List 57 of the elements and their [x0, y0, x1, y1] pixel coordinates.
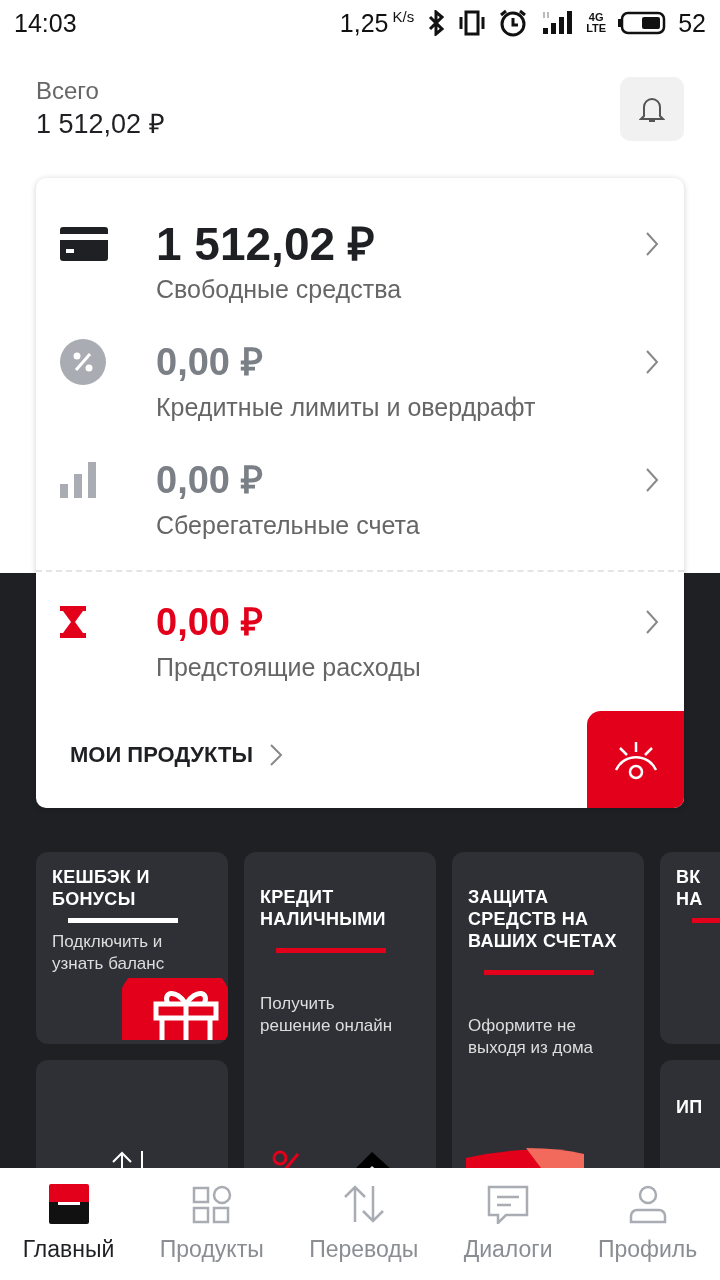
balance-row[interactable]: 0,00 ₽ Сберегательные счета	[36, 452, 684, 570]
bar-chart-icon	[60, 462, 98, 498]
tile-title: КЕШБЭК И БОНУСЫ	[52, 866, 151, 910]
bell-icon	[639, 95, 665, 123]
total-amount: 1 512,02 ₽	[36, 108, 165, 141]
card-icon	[60, 227, 108, 261]
tile-subtitle: Подключить и узнать баланс	[52, 931, 166, 975]
chevron-right-icon	[644, 467, 660, 493]
grid-icon	[191, 1184, 232, 1224]
chat-icon	[486, 1184, 531, 1224]
promo-tile[interactable]: КРЕДИТ НАЛИЧНЫМИ Получить решение онлайн	[244, 852, 436, 1168]
percent-icon	[60, 339, 106, 385]
promo-tile[interactable]: КЕШБЭК И БОНУСЫ Подключить и узнать баланс	[36, 852, 228, 1044]
tile-subtitle: Оформите не выходя из дома	[468, 1015, 595, 1059]
network-type: LTE	[586, 23, 607, 34]
notifications-button[interactable]	[620, 77, 684, 141]
signal-icon	[540, 10, 575, 36]
balance-label: Сберегательные счета	[156, 510, 421, 541]
promo-tile[interactable]: ИП	[660, 1060, 720, 1168]
vibrate-icon	[458, 10, 487, 36]
chevron-right-icon	[644, 609, 660, 635]
tile-title: ВК НА	[676, 866, 704, 910]
balance-amount: 0,00 ₽	[156, 458, 264, 503]
network-type: 4G	[588, 12, 604, 23]
speed-unit: K/s	[392, 8, 415, 25]
promo-tile[interactable]: ЗАЩИТА СРЕДСТВ НА ВАШИХ СЧЕТАХ Оформите не выходя из дома	[452, 852, 644, 1168]
tile-title: ЗАЩИТА СРЕДСТВ НА ВАШИХ СЧЕТАХ	[468, 886, 618, 952]
tile-subtitle: Получить решение онлайн	[260, 993, 394, 1037]
my-products-link[interactable]: МОИ ПРОДУКТЫ	[36, 742, 283, 808]
hourglass-icon	[60, 606, 86, 638]
balance-amount: 0,00 ₽	[156, 600, 264, 645]
balance-label: Кредитные лимиты и овердрафт	[156, 392, 537, 423]
person-icon	[627, 1184, 668, 1224]
tile-title: КРЕДИТ НАЛИЧНЫМИ	[260, 886, 387, 930]
tile-title: ИП	[676, 1096, 703, 1118]
gift-icon	[122, 978, 228, 1040]
network-speed: 1,25	[339, 8, 389, 38]
balance-amount: 1 512,02 ₽	[156, 217, 376, 272]
promo-tile[interactable]: ВК НА	[660, 852, 720, 1044]
bank-logo-icon	[48, 1184, 89, 1224]
hide-balance-button[interactable]	[587, 711, 684, 808]
balance-amount: 0,00 ₽	[156, 340, 264, 385]
balance-row[interactable]: 0,00 ₽ Предстоящие расходы	[36, 594, 684, 712]
bluetooth-icon	[426, 10, 447, 36]
balance-label: Предстоящие расходы	[156, 652, 422, 683]
balance-row[interactable]: 0,00 ₽ Кредитные лимиты и овердрафт	[36, 334, 684, 452]
battery-level: 52	[678, 8, 706, 38]
balance-row[interactable]: 1 512,02 ₽ Свободные средства	[36, 216, 684, 334]
total-label: Всего	[36, 76, 100, 106]
balance-label: Свободные средства	[156, 274, 403, 305]
nav-tab[interactable]: Главный	[22, 1168, 115, 1263]
battery-icon	[618, 11, 667, 35]
chevron-right-icon	[644, 349, 660, 375]
chevron-right-icon	[268, 743, 283, 767]
clock-time: 14:03	[14, 8, 77, 38]
alarm-icon	[498, 9, 529, 37]
chevron-right-icon	[644, 231, 660, 257]
